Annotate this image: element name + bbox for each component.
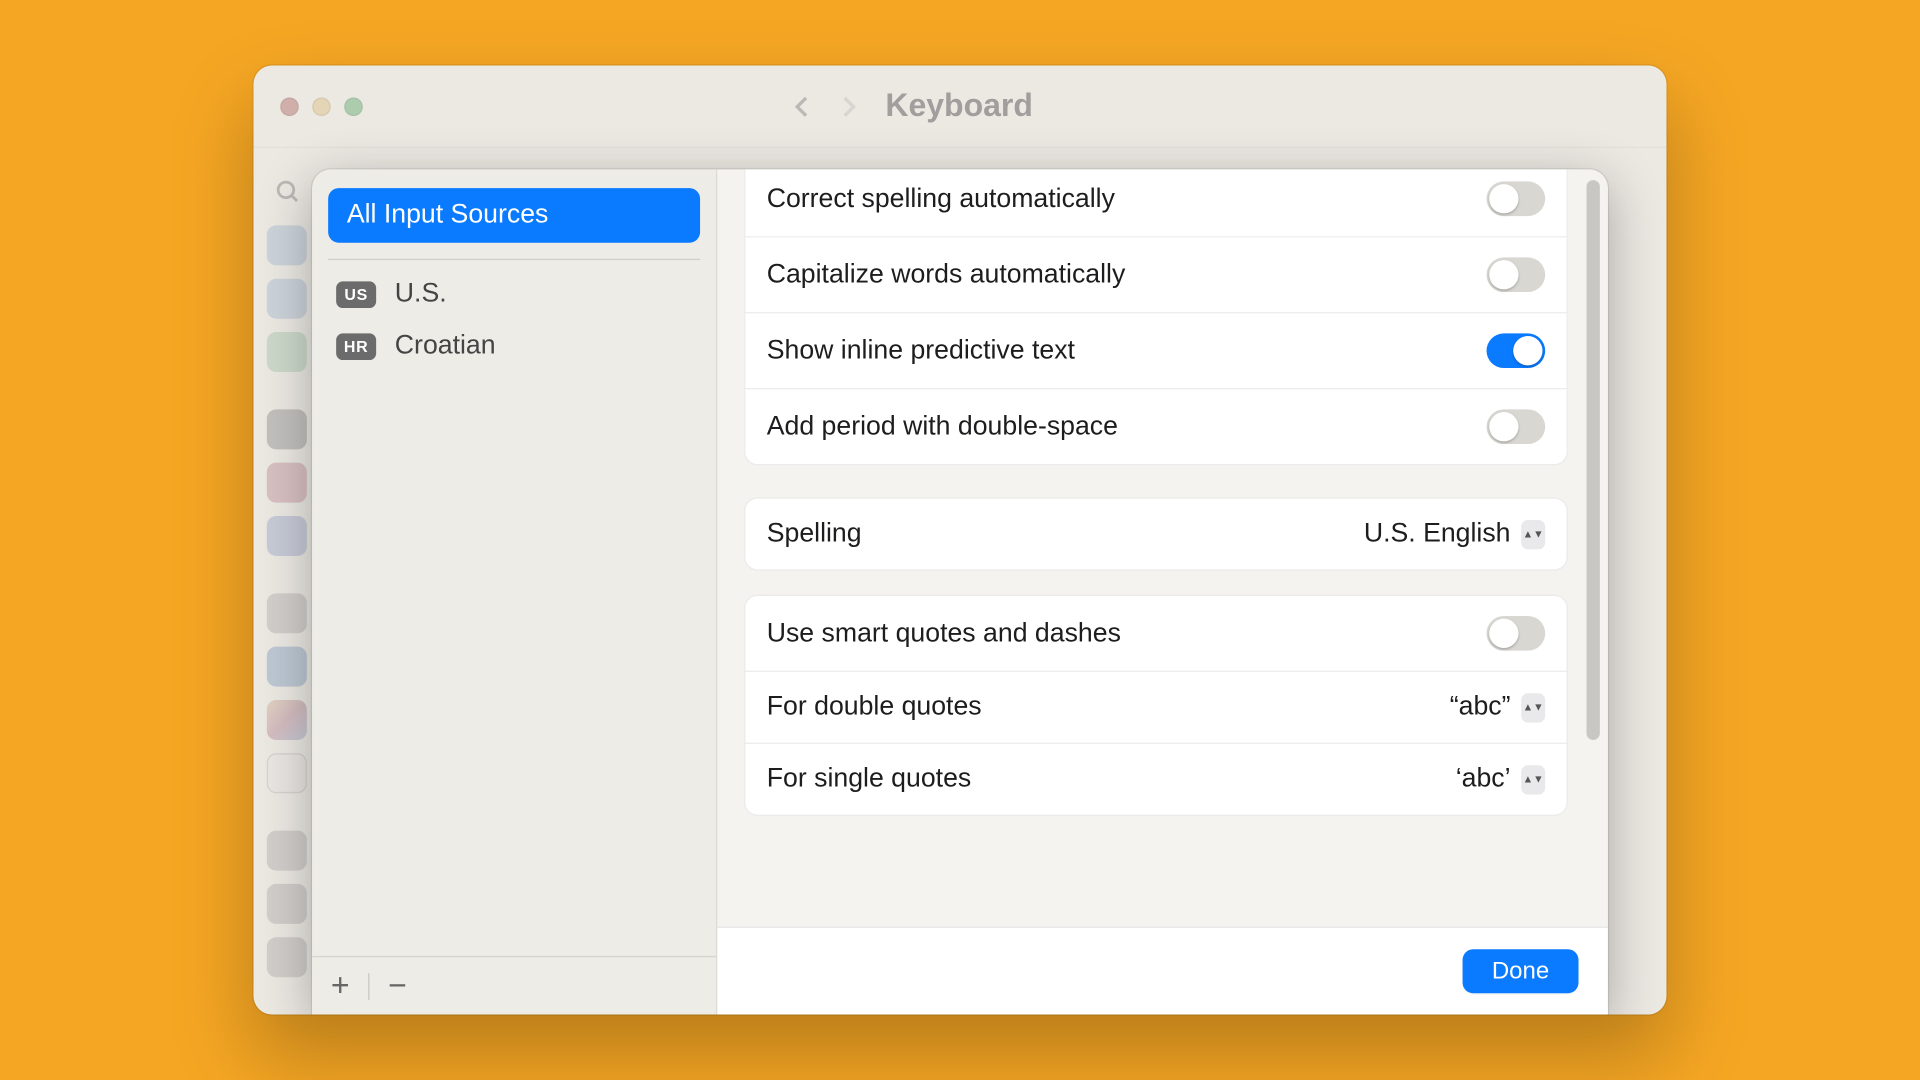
settings-scroll: Correct spelling automatically Capitaliz… xyxy=(717,169,1607,926)
input-sources-sheet: All Input Sources US U.S. HR Croatian + … xyxy=(312,169,1608,1014)
divider xyxy=(328,259,700,260)
settings-group-typing: Correct spelling automatically Capitaliz… xyxy=(744,169,1568,465)
setting-label: For single quotes xyxy=(767,764,972,795)
single-quotes-value: ‘abc’ xyxy=(1456,764,1511,795)
single-quotes-select[interactable]: ‘abc’ ▲▼ xyxy=(1456,764,1545,795)
setting-label: Capitalize words automatically xyxy=(767,259,1126,290)
chevron-updown-icon: ▲▼ xyxy=(1521,765,1545,794)
chevron-updown-icon: ▲▼ xyxy=(1521,693,1545,722)
toggle-double-space[interactable] xyxy=(1487,409,1546,444)
add-input-source-button[interactable]: + xyxy=(331,970,350,1002)
input-sources-list: All Input Sources US U.S. HR Croatian + … xyxy=(312,169,717,1014)
toggle-predictive[interactable] xyxy=(1487,333,1546,368)
double-quotes-value: “abc” xyxy=(1450,692,1511,723)
settings-group-spelling: Spelling U.S. English ▲▼ xyxy=(744,497,1568,570)
setting-label: Spelling xyxy=(767,519,862,550)
setting-label: For double quotes xyxy=(767,692,982,723)
row-predictive: Show inline predictive text xyxy=(745,312,1566,388)
row-capitalize: Capitalize words automatically xyxy=(745,236,1566,312)
toggle-capitalize[interactable] xyxy=(1487,257,1546,292)
setting-label: Show inline predictive text xyxy=(767,335,1075,366)
row-single-quotes: For single quotes ‘abc’ ▲▼ xyxy=(745,743,1566,815)
input-source-name: U.S. xyxy=(395,279,447,310)
scrollbar[interactable] xyxy=(1587,180,1600,740)
row-double-space: Add period with double-space xyxy=(745,388,1566,464)
toggle-smart-quotes[interactable] xyxy=(1487,616,1546,651)
toggle-correct-spelling[interactable] xyxy=(1487,181,1546,216)
spelling-value: U.S. English xyxy=(1364,519,1511,550)
system-settings-window: Keyboard All Input Sources US xyxy=(254,65,1667,1014)
setting-label: Correct spelling automatically xyxy=(767,183,1115,214)
done-button[interactable]: Done xyxy=(1462,949,1578,993)
input-source-item-us[interactable]: US U.S. xyxy=(328,268,700,320)
row-double-quotes: For double quotes “abc” ▲▼ xyxy=(745,671,1566,743)
divider xyxy=(368,973,369,1000)
input-source-name: Croatian xyxy=(395,331,496,362)
input-sources-footer: + − xyxy=(312,956,716,1015)
row-smart-quotes: Use smart quotes and dashes xyxy=(745,596,1566,671)
remove-input-source-button[interactable]: − xyxy=(388,970,407,1002)
setting-label: Use smart quotes and dashes xyxy=(767,618,1121,649)
setting-label: Add period with double-space xyxy=(767,411,1118,442)
row-spelling: Spelling U.S. English ▲▼ xyxy=(745,499,1566,570)
input-source-item-hr[interactable]: HR Croatian xyxy=(328,320,700,372)
input-source-code: HR xyxy=(336,333,376,360)
input-source-code: US xyxy=(336,281,376,308)
all-input-sources-label: All Input Sources xyxy=(347,200,549,229)
all-input-sources-item[interactable]: All Input Sources xyxy=(328,188,700,243)
sheet-footer: Done xyxy=(717,927,1607,1015)
settings-group-quotes: Use smart quotes and dashes For double q… xyxy=(744,595,1568,816)
chevron-updown-icon: ▲▼ xyxy=(1521,519,1545,548)
spelling-select[interactable]: U.S. English ▲▼ xyxy=(1364,519,1545,550)
double-quotes-select[interactable]: “abc” ▲▼ xyxy=(1450,692,1545,723)
row-correct-spelling: Correct spelling automatically xyxy=(745,169,1566,236)
input-source-settings: Correct spelling automatically Capitaliz… xyxy=(717,169,1607,1014)
